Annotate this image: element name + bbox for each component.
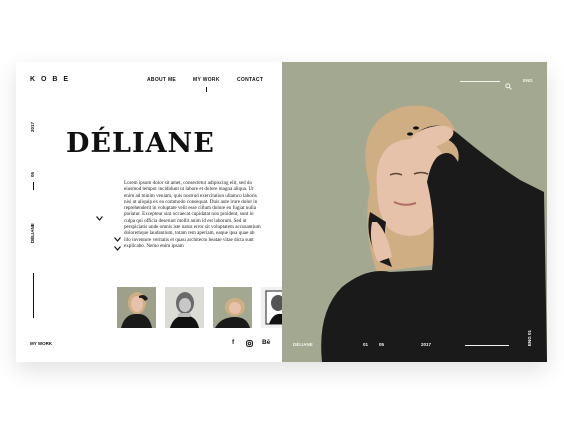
logo[interactable]: K O B E (30, 76, 70, 83)
thumbnail-1[interactable] (117, 287, 156, 328)
nav-my-work[interactable]: MY WORK (193, 77, 220, 92)
portrait-photo (282, 62, 547, 362)
search-icon[interactable] (505, 77, 512, 95)
sidebar-number: 05 (30, 171, 35, 177)
caption-line (465, 345, 509, 346)
thumbnail-3[interactable] (213, 287, 252, 328)
hero-photo-panel: ENG DÉLIANE 01 05 2017 ENG 01 (282, 62, 547, 362)
behance-icon[interactable]: Bē (262, 339, 270, 346)
nav-contact[interactable]: CONTACT (237, 77, 263, 83)
left-panel: K O B E ABOUT ME MY WORK CONTACT 2017 05… (16, 62, 301, 362)
caption-num2: 05 (379, 342, 385, 347)
chevron-down-icon[interactable] (96, 215, 103, 223)
page-title: DÉLIANE (66, 128, 215, 159)
chevron-down-icon[interactable] (114, 236, 121, 244)
description: Lorem ipsum dolor sit amet, consectetur … (124, 180, 261, 249)
chevron-down-icon[interactable] (114, 245, 121, 253)
sidebar-divider-short (33, 182, 34, 190)
instagram-icon[interactable] (246, 340, 253, 349)
sidebar-year: 2017 (30, 121, 35, 132)
language-switch[interactable]: ENG (523, 78, 533, 83)
sidebar-name: DÉLIANE (30, 223, 35, 243)
caption-year: 2017 (421, 342, 432, 347)
side-tag: ENG 01 (527, 329, 532, 346)
caption-name: DÉLIANE (293, 342, 313, 347)
thumbnail-2[interactable] (165, 287, 204, 328)
facebook-icon[interactable]: f (232, 339, 234, 346)
search-underline (460, 81, 500, 82)
nav-about[interactable]: ABOUT ME (147, 77, 176, 83)
footer-my-work[interactable]: MY WORK (30, 341, 52, 346)
sidebar-divider-long (33, 273, 34, 318)
caption-num1: 01 (363, 342, 369, 347)
